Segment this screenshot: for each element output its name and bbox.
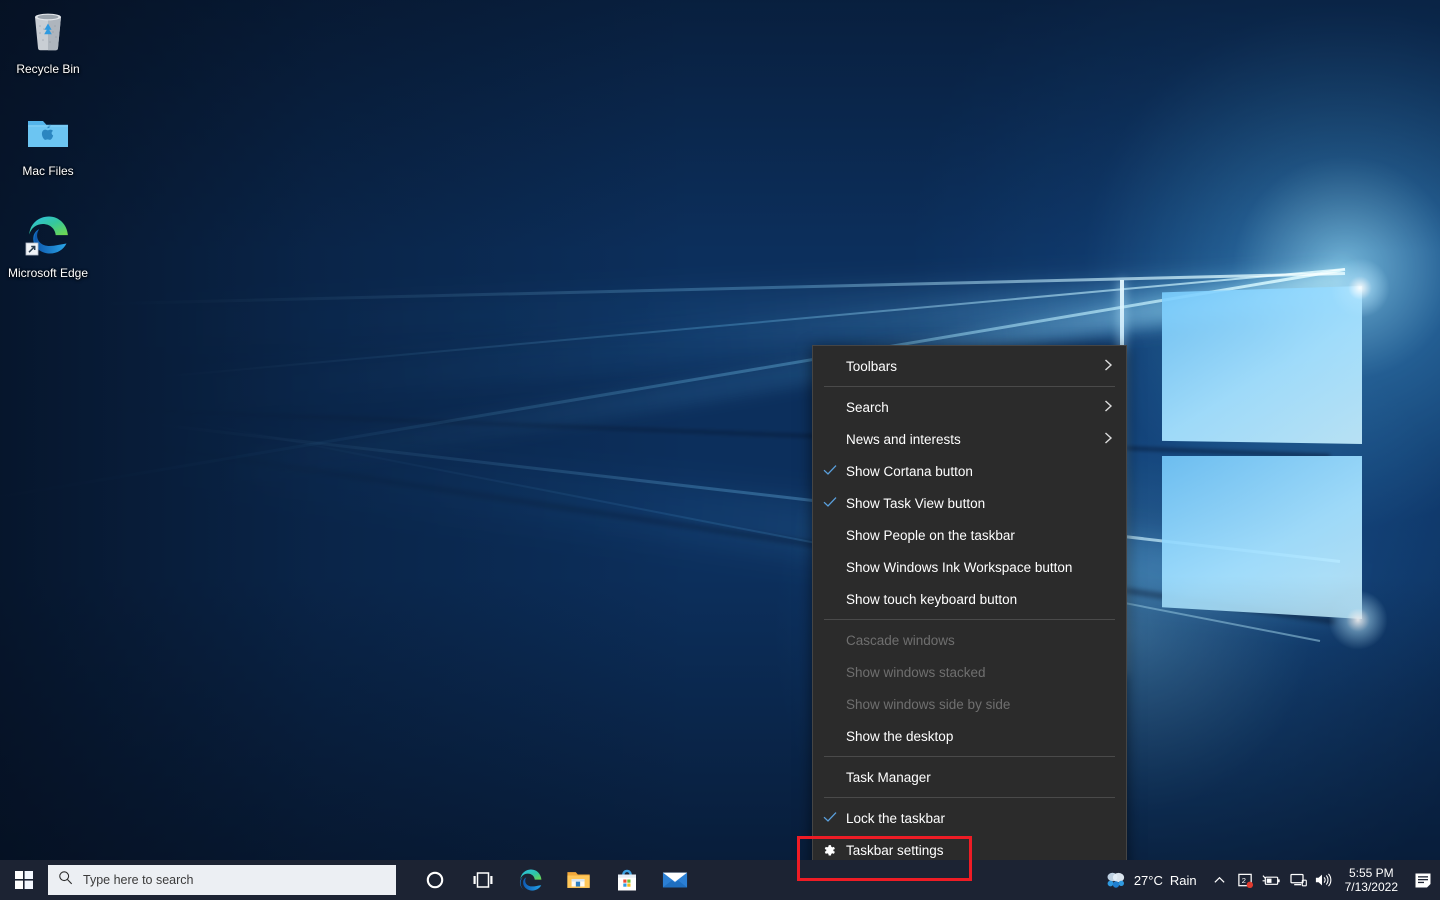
menu-item-show-task-view-button[interactable]: Show Task View button <box>813 487 1126 519</box>
menu-item-label: Task Manager <box>846 770 1100 785</box>
microsoft-edge-icon <box>25 212 71 258</box>
svg-text:2: 2 <box>1242 875 1246 884</box>
desktop-icon-label: Mac Files <box>0 164 96 178</box>
menu-separator <box>824 619 1115 620</box>
menu-item-label: Show Cortana button <box>846 464 1100 479</box>
chevron-right-icon <box>1100 359 1116 374</box>
clock-date: 7/13/2022 <box>1345 880 1398 894</box>
file-explorer-icon <box>566 868 592 892</box>
microsoft-edge-button[interactable] <box>507 860 555 900</box>
start-button[interactable] <box>0 860 48 900</box>
menu-item-news-and-interests[interactable]: News and interests <box>813 423 1126 455</box>
menu-item-label: Taskbar settings <box>846 843 1100 858</box>
menu-item-show-the-desktop[interactable]: Show the desktop <box>813 720 1126 752</box>
menu-item-label: News and interests <box>846 432 1100 447</box>
menu-separator <box>824 797 1115 798</box>
search-placeholder: Type here to search <box>83 873 193 887</box>
menu-item-show-cortana-button[interactable]: Show Cortana button <box>813 455 1126 487</box>
action-center-button[interactable] <box>1406 860 1440 900</box>
checkmark-icon <box>813 464 846 478</box>
desktop-icon-folder-apple[interactable]: Mac Files <box>0 110 96 178</box>
search-input[interactable]: Type here to search <box>48 865 396 895</box>
network-icon <box>1289 872 1307 888</box>
menu-separator <box>824 386 1115 387</box>
desktop-icon-label: Microsoft Edge <box>0 266 96 280</box>
desktop-icon-recycle-bin[interactable]: Recycle Bin <box>0 8 96 76</box>
mail-icon <box>662 870 688 890</box>
folder-apple-icon <box>25 110 71 156</box>
microsoft-store-button[interactable] <box>603 860 651 900</box>
cortana-icon <box>425 870 445 890</box>
system-tray[interactable]: 27°C Rain 2 <box>1099 860 1440 900</box>
gear-icon <box>813 843 846 858</box>
task-view-button[interactable] <box>459 860 507 900</box>
microsoft-edge-icon <box>518 867 544 893</box>
taskbar[interactable]: Type here to search <box>0 860 1440 900</box>
network-icon[interactable] <box>1285 860 1311 900</box>
battery-icon <box>1262 873 1281 888</box>
cortana-button[interactable] <box>411 860 459 900</box>
menu-item-label: Show People on the taskbar <box>846 528 1100 543</box>
menu-item-lock-the-taskbar[interactable]: Lock the taskbar <box>813 802 1126 834</box>
menu-item-label: Toolbars <box>846 359 1100 374</box>
onedrive-or-security-icon[interactable]: 2 <box>1233 860 1259 900</box>
mail-button[interactable] <box>651 860 699 900</box>
menu-item-label: Show windows side by side <box>846 697 1100 712</box>
desktop-wallpaper[interactable] <box>0 0 1440 900</box>
menu-item-label: Cascade windows <box>846 633 1100 648</box>
menu-separator <box>824 756 1115 757</box>
menu-item-search[interactable]: Search <box>813 391 1126 423</box>
recycle-bin-icon <box>25 8 71 54</box>
wallpaper-vignette <box>0 0 1440 900</box>
task-view-icon <box>472 870 494 890</box>
checkmark-icon <box>813 811 846 825</box>
chevron-right-icon <box>1100 432 1116 447</box>
menu-item-label: Show Windows Ink Workspace button <box>846 560 1100 575</box>
microsoft-store-icon <box>615 868 639 893</box>
checkmark-icon <box>813 496 846 510</box>
menu-item-show-windows-stacked: Show windows stacked <box>813 656 1126 688</box>
menu-item-show-windows-ink-workspace-button[interactable]: Show Windows Ink Workspace button <box>813 551 1126 583</box>
chevron-up-icon <box>1213 874 1226 887</box>
weather-widget[interactable]: 27°C Rain <box>1099 860 1207 900</box>
windows-logo-icon <box>15 871 33 889</box>
menu-item-toolbars[interactable]: Toolbars <box>813 350 1126 382</box>
clock[interactable]: 5:55 PM 7/13/2022 <box>1337 860 1406 900</box>
rain-weather-icon <box>1105 870 1127 891</box>
clock-time: 5:55 PM <box>1349 866 1394 880</box>
folder-apple-icon <box>24 110 72 158</box>
file-explorer-button[interactable] <box>555 860 603 900</box>
action-center-icon <box>1413 871 1433 890</box>
menu-item-show-windows-side-by-side: Show windows side by side <box>813 688 1126 720</box>
recycle-bin-icon <box>24 8 72 56</box>
gear-icon <box>822 843 837 858</box>
battery-icon[interactable] <box>1259 860 1285 900</box>
menu-item-label: Show the desktop <box>846 729 1100 744</box>
menu-item-label: Show Task View button <box>846 496 1100 511</box>
speaker-icon <box>1314 872 1333 888</box>
menu-item-label: Show touch keyboard button <box>846 592 1100 607</box>
show-hidden-icons-button[interactable] <box>1207 860 1233 900</box>
chevron-right-icon <box>1100 400 1116 415</box>
search-icon <box>58 870 73 890</box>
desktop-icon-microsoft-edge[interactable]: Microsoft Edge <box>0 212 96 280</box>
menu-item-show-people-on-the-taskbar[interactable]: Show People on the taskbar <box>813 519 1126 551</box>
menu-item-show-touch-keyboard-button[interactable]: Show touch keyboard button <box>813 583 1126 615</box>
menu-item-label: Lock the taskbar <box>846 811 1100 826</box>
menu-item-label: Search <box>846 400 1100 415</box>
status-icon: 2 <box>1237 872 1254 889</box>
weather-temperature: 27°C <box>1134 873 1163 888</box>
menu-item-cascade-windows: Cascade windows <box>813 624 1126 656</box>
microsoft-edge-icon <box>24 212 72 260</box>
volume-icon[interactable] <box>1311 860 1337 900</box>
desktop-icon-label: Recycle Bin <box>0 62 96 76</box>
menu-item-label: Show windows stacked <box>846 665 1100 680</box>
weather-condition: Rain <box>1170 873 1197 888</box>
taskbar-context-menu[interactable]: Toolbars Search News and interests Show Cor… <box>812 345 1127 871</box>
menu-item-task-manager[interactable]: Task Manager <box>813 761 1126 793</box>
